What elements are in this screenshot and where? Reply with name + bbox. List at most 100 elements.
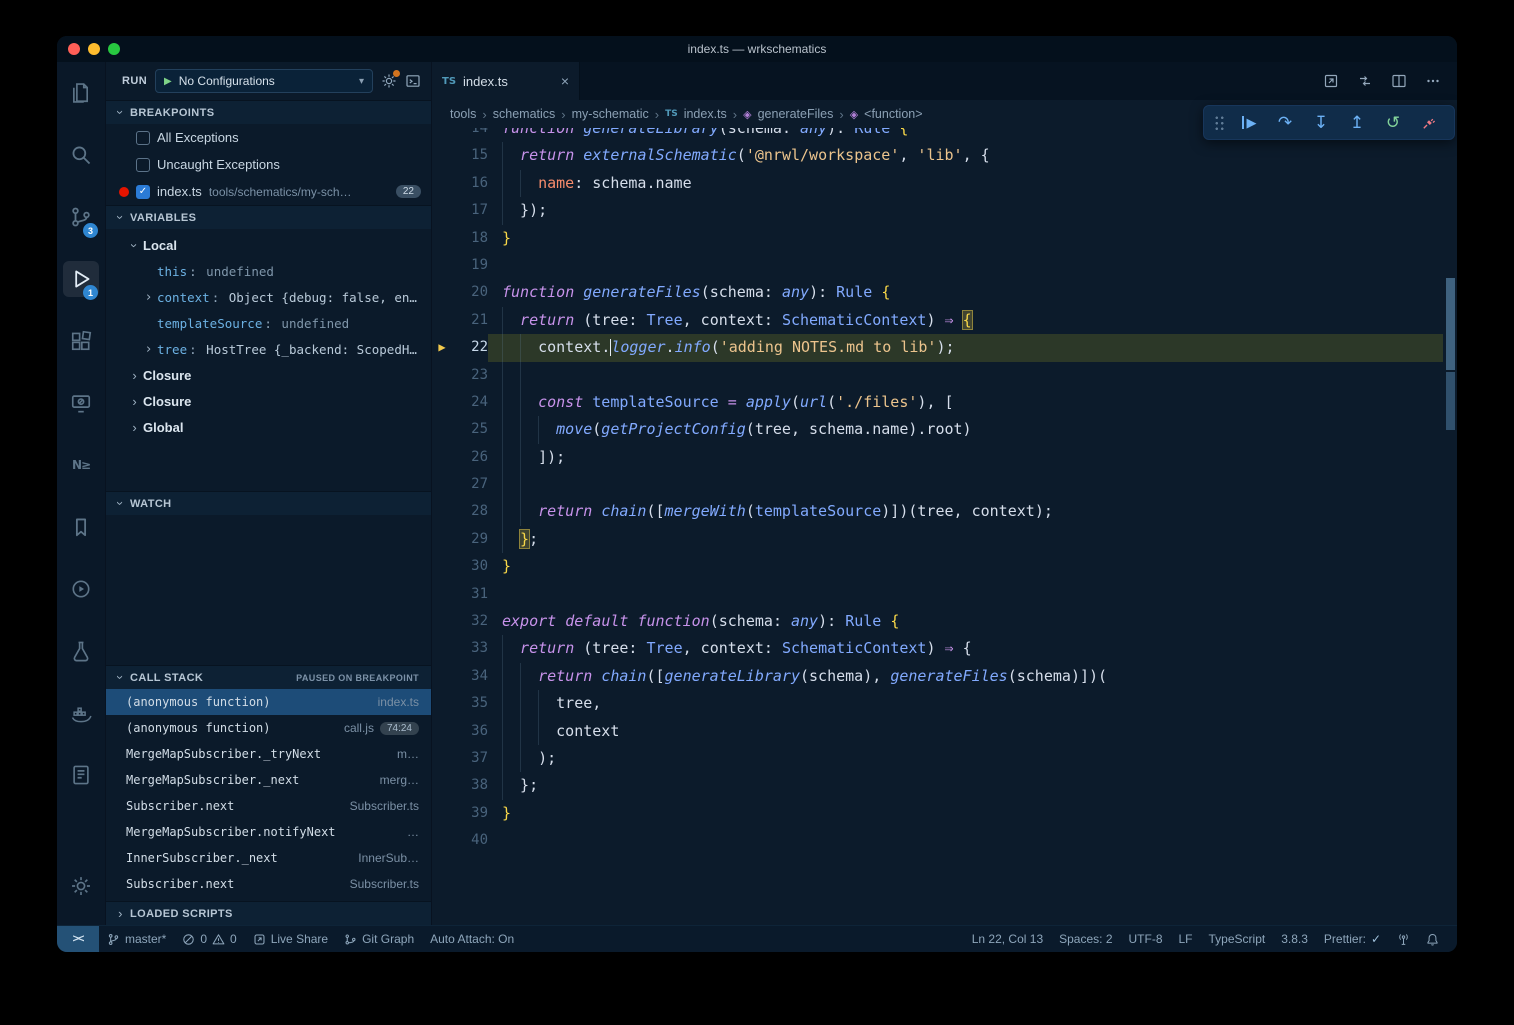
breakpoint-item[interactable]: ✓index.tstools/schematics/my-sch…22	[106, 178, 431, 205]
breakpoint-checkbox[interactable]	[136, 158, 150, 172]
live-share-item[interactable]: Live Share	[245, 926, 336, 952]
gutter-margin[interactable]	[432, 307, 452, 334]
breakpoint-item[interactable]: Uncaught Exceptions	[106, 151, 431, 178]
configure-launch-button[interactable]	[381, 73, 397, 89]
language-mode-item[interactable]: TypeScript	[1201, 926, 1274, 952]
sidebar-item-remote-explorer[interactable]	[57, 372, 105, 434]
gutter-margin[interactable]	[432, 553, 452, 580]
sidebar-item-notebook[interactable]	[57, 744, 105, 806]
code-editor[interactable]: 14function generateLibrary(schema: any):…	[432, 128, 1457, 925]
notifications-item[interactable]	[1418, 926, 1447, 952]
line-content[interactable]	[488, 581, 1443, 608]
line-content[interactable]: }	[488, 225, 1443, 252]
start-debugging-icon[interactable]: ▶	[164, 76, 172, 87]
breakpoint-checkbox[interactable]	[136, 131, 150, 145]
breadcrumb-item[interactable]: generateFiles	[758, 107, 834, 121]
line-content[interactable]: context	[488, 718, 1443, 745]
indentation-item[interactable]: Spaces: 2	[1051, 926, 1120, 952]
remote-indicator[interactable]: ><	[57, 926, 99, 952]
sidebar-item-codetour[interactable]	[57, 558, 105, 620]
breakpoint-item[interactable]: All Exceptions	[106, 124, 431, 151]
overview-ruler[interactable]	[1443, 128, 1457, 925]
breakpoints-section-header[interactable]: › BREAKPOINTS	[106, 100, 431, 124]
variables-scope[interactable]: ›Closure	[106, 388, 431, 414]
split-editor-icon[interactable]	[1391, 73, 1407, 89]
line-content[interactable]: );	[488, 745, 1443, 772]
gutter-margin[interactable]	[432, 389, 452, 416]
cursor-position-item[interactable]: Ln 22, Col 13	[964, 926, 1051, 952]
breadcrumb-item[interactable]: schematics	[493, 107, 556, 121]
line-content[interactable]	[488, 252, 1443, 279]
gutter-margin[interactable]	[432, 498, 452, 525]
gutter-margin[interactable]	[432, 635, 452, 662]
launch-configuration-dropdown[interactable]: ▶ No Configurations ▾	[155, 69, 373, 93]
drag-handle-icon[interactable]	[1214, 115, 1225, 131]
git-branch-item[interactable]: master*	[99, 926, 174, 952]
line-content[interactable]: move(getProjectConfig(tree, schema.name)…	[488, 416, 1443, 443]
line-content[interactable]	[488, 827, 1443, 854]
step-into-button[interactable]: ↧	[1303, 109, 1339, 137]
continue-button[interactable]: ▶	[1231, 109, 1267, 137]
disconnect-button[interactable]	[1411, 109, 1447, 137]
sidebar-item-search[interactable]	[57, 124, 105, 186]
gutter-margin[interactable]	[432, 362, 452, 389]
gutter-margin[interactable]	[432, 252, 452, 279]
call-stack-frame[interactable]: (anonymous function)call.js74:24	[106, 715, 431, 741]
git-graph-item[interactable]: Git Graph	[336, 926, 422, 952]
more-actions-icon[interactable]	[1425, 73, 1441, 89]
gutter-margin[interactable]	[432, 416, 452, 443]
gutter-margin[interactable]	[432, 279, 452, 306]
line-content[interactable]: };	[488, 772, 1443, 799]
line-content[interactable]: return chain([mergeWith(templateSource)]…	[488, 498, 1443, 525]
open-changes-icon[interactable]	[1323, 73, 1339, 89]
restart-button[interactable]: ↺	[1375, 109, 1411, 137]
call-stack-frame[interactable]: (anonymous function)index.ts	[106, 689, 431, 715]
breakpoint-checkbox[interactable]: ✓	[136, 185, 150, 199]
gutter-margin[interactable]	[432, 197, 452, 224]
line-content[interactable]: export default function(schema: any): Ru…	[488, 608, 1443, 635]
sidebar-item-bookmarks[interactable]	[57, 496, 105, 558]
gutter-margin[interactable]	[432, 170, 452, 197]
encoding-item[interactable]: UTF-8	[1121, 926, 1171, 952]
tab-index-ts[interactable]: TS index.ts ×	[432, 62, 580, 100]
sidebar-item-explorer[interactable]	[57, 62, 105, 124]
gutter-margin[interactable]	[432, 608, 452, 635]
line-content[interactable]: };	[488, 526, 1443, 553]
breadcrumb-item[interactable]: tools	[450, 107, 476, 121]
gutter-margin[interactable]	[432, 690, 452, 717]
line-content[interactable]: tree,	[488, 690, 1443, 717]
gutter-margin[interactable]	[432, 800, 452, 827]
gutter-margin[interactable]	[432, 128, 452, 142]
call-stack-frame[interactable]: InnerSubscriber._nextInnerSub…	[106, 845, 431, 871]
zoom-window-button[interactable]	[108, 43, 120, 55]
sidebar-item-nx-console[interactable]: N≥	[57, 434, 105, 496]
sidebar-item-source-control[interactable]: 3	[57, 186, 105, 248]
breadcrumb-item[interactable]: my-schematic	[572, 107, 649, 121]
gutter-margin[interactable]	[432, 772, 452, 799]
close-window-button[interactable]	[68, 43, 80, 55]
line-content[interactable]: ]);	[488, 444, 1443, 471]
variable-item[interactable]: ›tree: HostTree {_backend: ScopedH…	[106, 336, 431, 362]
call-stack-frame[interactable]: Subscriber.nextSubscriber.ts	[106, 793, 431, 819]
minimize-window-button[interactable]	[88, 43, 100, 55]
title-bar[interactable]: index.ts — wrkschematics	[57, 36, 1457, 62]
gutter-margin[interactable]	[432, 581, 452, 608]
gutter-margin[interactable]: ▶	[432, 334, 452, 361]
variables-scope[interactable]: ›Closure	[106, 362, 431, 388]
gutter-margin[interactable]	[432, 827, 452, 854]
variable-item[interactable]: ›this: undefined	[106, 258, 431, 284]
problems-item[interactable]: 0 0	[174, 926, 244, 952]
line-content[interactable]: context.logger.info('adding NOTES.md to …	[488, 334, 1443, 361]
gutter-margin[interactable]	[432, 718, 452, 745]
sidebar-item-testing[interactable]	[57, 620, 105, 682]
sidebar-item-extensions[interactable]	[57, 310, 105, 372]
sidebar-item-run-and-debug[interactable]: 1	[57, 248, 105, 310]
line-content[interactable]	[488, 471, 1443, 498]
step-over-button[interactable]: ↷	[1267, 109, 1303, 137]
gutter-margin[interactable]	[432, 225, 452, 252]
radio-tower-item[interactable]	[1389, 926, 1418, 952]
breadcrumb-item[interactable]: index.ts	[684, 107, 727, 121]
call-stack-section-header[interactable]: › CALL STACK PAUSED ON BREAKPOINT	[106, 665, 431, 689]
compare-changes-icon[interactable]	[1357, 73, 1373, 89]
call-stack-frame[interactable]: MergeMapSubscriber._nextmerg…	[106, 767, 431, 793]
